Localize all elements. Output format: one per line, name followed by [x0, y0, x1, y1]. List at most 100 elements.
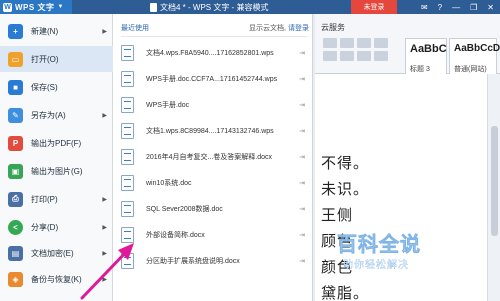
pdf-icon: P — [8, 135, 23, 151]
pin-icon[interactable]: ⇥ — [299, 49, 305, 57]
menu-item-open[interactable]: ▭ 打开(O) — [0, 46, 113, 72]
style-label: 标题 3 — [410, 66, 430, 73]
pin-icon[interactable]: ⇥ — [299, 257, 305, 265]
title-bar: W WPS 文字 ▼ 文档4 * - WPS 文字 - 兼容模式 未登录 ✉ ?… — [0, 0, 500, 14]
help-icon[interactable]: ? — [438, 3, 442, 12]
menu-item-export-image[interactable]: ▣ 输出为图片(G) — [0, 158, 113, 184]
doc-file-icon — [121, 149, 134, 165]
doc-text-line: 黛脂。 — [321, 284, 370, 301]
file-name: 文档1.wps.8C89984....17143132746.wps — [146, 128, 274, 135]
backup-icon: ◈ — [8, 271, 23, 287]
show-cloud-docs-link[interactable]: 显示云文档, — [249, 23, 286, 33]
image-export-icon: ▣ — [8, 163, 23, 179]
watermark-subtitle: 助你轻松解决 — [343, 260, 409, 271]
close-icon[interactable]: ✕ — [487, 3, 494, 12]
pin-icon[interactable]: ⇥ — [299, 179, 305, 187]
shading-icon[interactable] — [374, 51, 388, 61]
restore-icon[interactable]: ❐ — [470, 3, 477, 12]
indent-icon[interactable] — [340, 51, 354, 61]
menu-item-label: 输出为图片(G) — [31, 166, 83, 176]
login-button[interactable]: 未登录 — [351, 0, 397, 14]
border-icon[interactable] — [357, 51, 371, 61]
doc-text-line: 未识。 — [321, 180, 370, 198]
menu-item-label: 分享(D) — [31, 222, 59, 232]
align-left-icon[interactable] — [323, 38, 337, 48]
app-menu-button[interactable]: W WPS 文字 ▼ — [0, 0, 72, 14]
ribbon: 云服务 AaBbC 标题 3 AaBbCcD 普通(网站) — [315, 14, 500, 76]
pin-icon[interactable]: ⇥ — [299, 75, 305, 83]
menu-item-label: 另存为(A) — [31, 110, 66, 120]
doc-file-icon — [121, 123, 134, 139]
pin-icon[interactable]: ⇥ — [299, 153, 305, 161]
open-folder-icon: ▭ — [8, 51, 23, 67]
recent-file-item[interactable]: WPS手册.doc.CCF7A...17161452744.wps ⇥ — [121, 67, 311, 91]
save-as-icon: ✎ — [8, 107, 23, 123]
recent-file-item[interactable]: SQL Sever2008数据.doc ⇥ — [121, 197, 311, 221]
watermark-title: 百科全说 — [337, 234, 421, 257]
menu-item-export-pdf[interactable]: P 输出为PDF(F) — [0, 130, 113, 156]
document-title: 文档4 * - WPS 文字 - 兼容模式 — [160, 2, 269, 12]
wps-logo-icon: W — [3, 2, 12, 12]
line-spacing-icon[interactable] — [323, 51, 337, 61]
vertical-scrollbar[interactable] — [487, 74, 500, 301]
save-icon: ■ — [8, 79, 23, 95]
style-heading-3[interactable]: AaBbC 标题 3 — [405, 38, 447, 76]
window-controls: ✉ ? — ❐ ✕ — [421, 0, 494, 14]
app-name: WPS 文字 — [15, 2, 55, 12]
scroll-thumb[interactable] — [491, 126, 498, 236]
menu-item-share[interactable]: < 分享(D) ▶ — [0, 214, 113, 240]
share-icon: < — [8, 219, 23, 235]
chevron-right-icon: ▶ — [102, 224, 107, 231]
doc-file-icon — [121, 97, 134, 113]
document-tab[interactable]: 文档4 * - WPS 文字 - 兼容模式 — [150, 0, 268, 14]
recent-file-item[interactable]: WPS手册.doc ⇥ — [121, 93, 311, 117]
menu-item-label: 新建(N) — [31, 26, 59, 36]
recent-title: 最近使用 — [121, 25, 149, 32]
pin-icon[interactable]: ⇥ — [299, 231, 305, 239]
doc-text-line: 王侧 — [321, 206, 354, 224]
recent-file-item[interactable]: 外部设备简称.docx ⇥ — [121, 223, 311, 247]
file-name: WPS手册.doc.CCF7A...17161452744.wps — [146, 76, 278, 83]
menu-item-new[interactable]: + 新建(N) ▶ — [0, 18, 113, 44]
file-name: 2016年4月自考复交...卷及答案解释.docx — [146, 154, 273, 161]
pin-icon[interactable]: ⇥ — [299, 205, 305, 213]
recent-file-item[interactable]: win10系统.doc ⇥ — [121, 171, 311, 195]
document-icon — [150, 2, 157, 12]
file-name: WPS手册.doc — [146, 102, 190, 109]
skin-icon[interactable]: ✉ — [421, 3, 428, 12]
doc-file-icon — [121, 45, 134, 61]
tab-cloud-service[interactable]: 云服务 — [321, 22, 345, 33]
recent-file-item[interactable]: 文档4.wps.F8A5940....17162852801.wps ⇥ — [121, 41, 311, 65]
justify-icon[interactable] — [374, 38, 388, 48]
paragraph-tools — [323, 38, 388, 61]
menu-item-save[interactable]: ■ 保存(S) — [0, 74, 113, 100]
print-icon: ⎙ — [8, 191, 23, 207]
annotation-arrow-icon — [80, 243, 134, 300]
recent-file-item[interactable]: 分区助手扩展系统盘说明.docx ⇥ — [121, 249, 311, 273]
chevron-right-icon: ▶ — [102, 196, 107, 203]
file-name: SQL Sever2008数据.doc — [146, 206, 223, 213]
style-sample: AaBbC — [410, 43, 447, 55]
doc-text-line: 不得。 — [321, 154, 370, 172]
login-link[interactable]: 请登录 — [288, 23, 309, 33]
menu-item-save-as[interactable]: ✎ 另存为(A) ▶ — [0, 102, 113, 128]
doc-file-icon — [121, 201, 134, 217]
file-name: 文档4.wps.F8A5940....17162852801.wps — [146, 50, 274, 57]
pin-icon[interactable]: ⇥ — [299, 101, 305, 109]
menu-item-print[interactable]: ⎙ 打印(P) ▶ — [0, 186, 113, 212]
menu-item-label: 打印(P) — [31, 194, 58, 204]
menu-item-label: 文档加密(E) — [31, 248, 74, 258]
menu-item-label: 保存(S) — [31, 82, 58, 92]
align-right-icon[interactable] — [357, 38, 371, 48]
align-center-icon[interactable] — [340, 38, 354, 48]
pin-icon[interactable]: ⇥ — [299, 127, 305, 135]
recent-file-item[interactable]: 文档1.wps.8C89984....17143132746.wps ⇥ — [121, 119, 311, 143]
recent-file-item[interactable]: 2016年4月自考复交...卷及答案解释.docx ⇥ — [121, 145, 311, 169]
recent-files-panel: 最近使用 显示云文档, 请登录 文档4.wps.F8A5940....17162… — [113, 14, 313, 301]
doc-file-icon — [121, 71, 134, 87]
watermark: 百科全说 助你轻松解决 — [335, 228, 465, 276]
minimize-icon[interactable]: — — [452, 3, 460, 12]
divider — [121, 36, 307, 37]
chevron-right-icon: ▶ — [102, 28, 107, 35]
style-normal-web[interactable]: AaBbCcD 普通(网站) — [449, 38, 500, 76]
